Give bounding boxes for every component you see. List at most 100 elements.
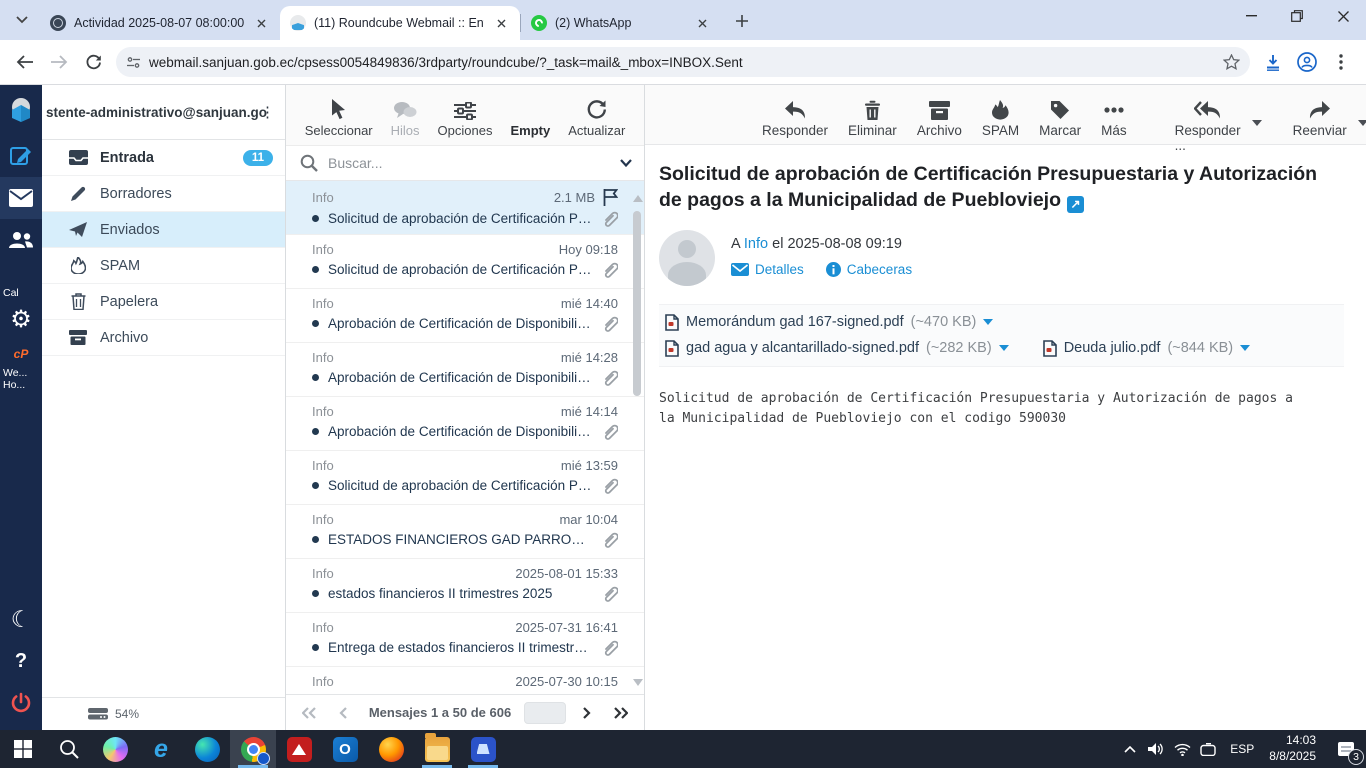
back-button[interactable] [8, 45, 42, 79]
list-scrollbar[interactable] [631, 195, 643, 686]
address-bar[interactable]: webmail.sanjuan.gob.ec/cpsess0054849836/… [116, 47, 1250, 77]
new-tab-button[interactable] [729, 8, 755, 34]
message-row[interactable]: Info 2025-08-01 15:33 estados financieros… [286, 559, 644, 613]
recipient-link[interactable]: Info [744, 236, 768, 252]
url-text[interactable]: webmail.sanjuan.gob.ec/cpsess0054849836/… [149, 55, 1223, 70]
chrome-icon[interactable] [230, 730, 276, 768]
taskbar-search-icon[interactable] [46, 730, 92, 768]
start-button[interactable] [0, 730, 46, 768]
headers-link[interactable]: Cabeceras [825, 261, 912, 277]
cast-screen-icon[interactable] [1195, 730, 1221, 768]
tab-search-chevron-icon[interactable] [8, 6, 36, 34]
volume-icon[interactable] [1143, 730, 1169, 768]
message-row[interactable]: Info mar 10:04 ESTADOS FINANCIEROS GAD PA… [286, 505, 644, 559]
tray-expand-chevron-icon[interactable] [1117, 730, 1143, 768]
account-header[interactable]: stente-administrativo@sanjuan.gob.ec ⋮ [42, 85, 285, 140]
page-number-input[interactable] [524, 701, 566, 724]
message-row[interactable]: Info 2025-07-31 16:41 Entrega de estados … [286, 613, 644, 667]
scrollbar-thumb[interactable] [633, 211, 641, 396]
forward-button[interactable]: Reenviar [1284, 94, 1356, 140]
folder-spam[interactable]: SPAM [42, 248, 285, 284]
window-restore-button[interactable] [1274, 0, 1320, 32]
spam-button[interactable]: SPAM [973, 94, 1028, 140]
bookmark-star-icon[interactable] [1223, 54, 1240, 70]
contacts-nav-button[interactable] [0, 219, 42, 261]
reply-all-caret-icon[interactable] [1251, 120, 1262, 126]
tab-whatsapp[interactable]: (2) WhatsApp [521, 6, 721, 40]
downloads-icon[interactable] [1256, 45, 1290, 79]
attachment-item[interactable]: gad agua y alcantarillado-signed.pdf (~2… [665, 339, 1009, 357]
tab-close-icon[interactable] [252, 14, 270, 32]
folder-borradores[interactable]: Borradores [42, 176, 285, 212]
wifi-icon[interactable] [1169, 730, 1195, 768]
profile-icon[interactable] [1290, 45, 1324, 79]
list-options-button[interactable]: Opciones [431, 94, 500, 140]
edge-icon[interactable] [184, 730, 230, 768]
folder-archivo[interactable]: Archivo [42, 320, 285, 356]
empty-folder-button[interactable]: Empty [503, 94, 557, 140]
compose-button[interactable] [0, 135, 42, 177]
message-row[interactable]: Info mié 14:14 Aprobación de Certificació… [286, 397, 644, 451]
open-in-new-window-icon[interactable]: ↗ [1067, 195, 1084, 213]
refresh-button[interactable]: Actualizar [561, 94, 632, 140]
first-page-button[interactable] [296, 700, 322, 726]
message-row[interactable]: Info Hoy 09:18 Solicitud de aprobación de… [286, 235, 644, 289]
site-info-icon[interactable] [126, 56, 141, 69]
mail-nav-button[interactable] [0, 177, 42, 219]
scanner-app-icon[interactable] [460, 730, 506, 768]
message-row[interactable]: Info mié 14:28 Aprobación de Certificació… [286, 343, 644, 397]
acrobat-icon[interactable] [276, 730, 322, 768]
tab-actividad[interactable]: Actividad 2025-08-07 08:00:00 [40, 6, 280, 40]
last-page-button[interactable] [608, 700, 634, 726]
calendar-nav-label[interactable]: Cal [1, 287, 41, 299]
archive-button[interactable]: Archivo [908, 94, 971, 140]
clock[interactable]: 14:03 8/8/2025 [1263, 733, 1326, 764]
copilot-icon[interactable] [92, 730, 138, 768]
search-options-chevron-icon[interactable] [620, 159, 632, 167]
attachment-item[interactable]: Deuda julio.pdf (~844 KB) [1042, 339, 1251, 357]
prev-page-button[interactable] [330, 700, 356, 726]
file-explorer-icon[interactable] [414, 730, 460, 768]
folder-enviados[interactable]: Enviados [42, 212, 285, 248]
attachment-menu-caret-icon[interactable] [983, 319, 994, 326]
outlook-icon[interactable]: O [322, 730, 368, 768]
forward-caret-icon[interactable] [1357, 120, 1366, 126]
internet-explorer-icon[interactable]: e [138, 730, 184, 768]
attachment-item[interactable]: Memorándum gad 167-signed.pdf (~470 KB) [665, 313, 994, 331]
language-indicator[interactable]: ESP [1221, 742, 1263, 756]
browser-menu-icon[interactable] [1324, 45, 1358, 79]
settings-nav-button[interactable]: ⚙ [0, 299, 42, 341]
message-row[interactable]: Info 2025-07-30 10:15 [286, 667, 644, 694]
mark-button[interactable]: Marcar [1030, 94, 1090, 140]
folder-papelera[interactable]: Papelera [42, 284, 285, 320]
reload-button[interactable] [76, 45, 110, 79]
folder-entrada[interactable]: Entrada 11 [42, 140, 285, 176]
details-link[interactable]: Detalles [731, 262, 804, 277]
window-minimize-button[interactable] [1228, 0, 1274, 32]
reply-button[interactable]: Responder [753, 94, 837, 140]
delete-button[interactable]: Eliminar [839, 94, 906, 140]
tab-close-icon[interactable] [693, 14, 711, 32]
message-row[interactable]: Info 2.1 MB Solicitud de aprobación de Ce… [286, 181, 644, 235]
window-close-button[interactable] [1320, 0, 1366, 32]
next-page-button[interactable] [574, 700, 600, 726]
attachment-menu-caret-icon[interactable] [998, 345, 1009, 352]
threads-button[interactable]: Hilos [384, 94, 427, 140]
message-row[interactable]: Info mié 14:40 Aprobación de Certificació… [286, 289, 644, 343]
select-button[interactable]: Seleccionar [298, 94, 380, 140]
dark-mode-button[interactable]: ☾ [0, 598, 42, 640]
scroll-up-arrow[interactable] [633, 195, 643, 202]
notification-center-icon[interactable]: 3 [1326, 730, 1366, 768]
more-button[interactable]: Más [1092, 94, 1136, 140]
attachment-menu-caret-icon[interactable] [1240, 345, 1251, 352]
message-row[interactable]: Info mié 13:59 Solicitud de aprobación de… [286, 451, 644, 505]
firefox-icon[interactable] [368, 730, 414, 768]
cpanel-icon[interactable]: cP [0, 341, 42, 367]
tab-close-icon[interactable] [492, 14, 510, 32]
account-menu-icon[interactable]: ⋮ [260, 103, 275, 121]
help-button[interactable]: ? [0, 640, 42, 682]
flag-icon[interactable] [603, 188, 618, 206]
logout-button[interactable] [0, 682, 42, 724]
scroll-down-arrow[interactable] [633, 679, 643, 686]
search-input[interactable] [328, 155, 610, 171]
